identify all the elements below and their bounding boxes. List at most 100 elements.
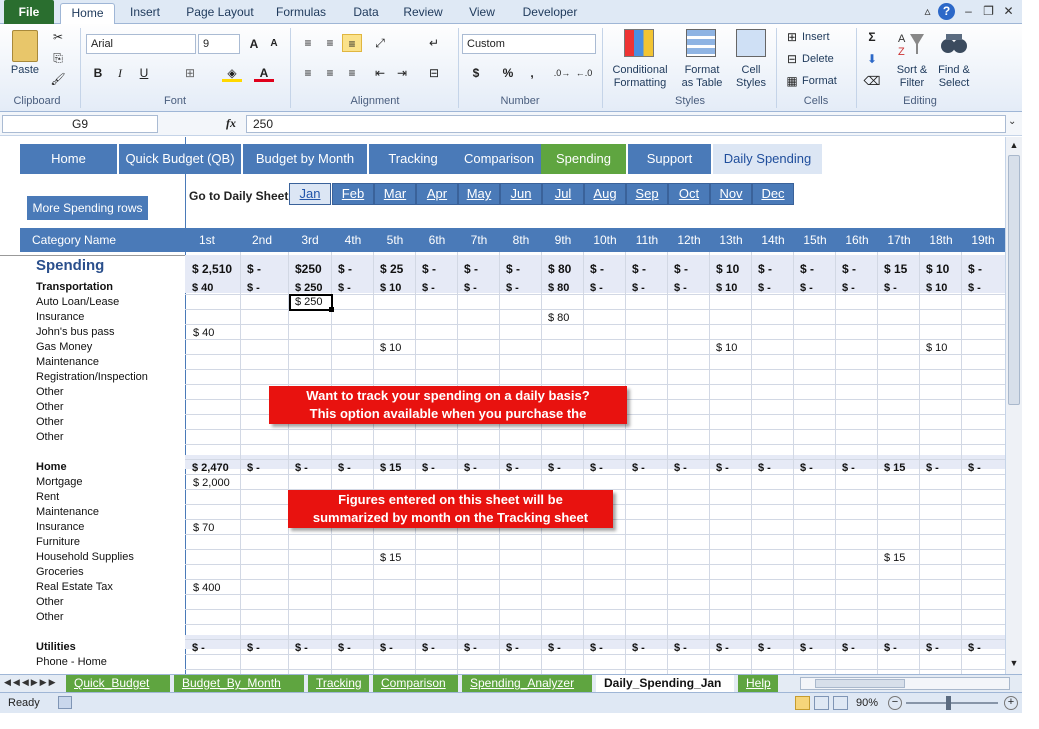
scroll-down-icon[interactable]: ▼	[1008, 658, 1020, 670]
month-link-apr[interactable]: Apr	[416, 183, 458, 205]
sheet-tab-comparison[interactable]: Comparison	[373, 675, 458, 692]
conditional-formatting-label-2[interactable]: Formatting	[606, 77, 674, 90]
format-as-table-label-2[interactable]: as Table	[676, 77, 728, 90]
nav-daily-spending-button[interactable]: Daily Spending	[713, 144, 822, 174]
tab-data[interactable]: Data	[343, 3, 389, 24]
decrease-indent-icon[interactable]: ⇤	[370, 64, 390, 82]
format-as-table-icon[interactable]	[686, 29, 716, 57]
tab-page-layout[interactable]: Page Layout	[180, 3, 260, 24]
entry-insurance-9th[interactable]: $ 80	[548, 311, 569, 325]
month-link-jul[interactable]: Jul	[542, 183, 584, 205]
align-center-icon[interactable]: ≡	[320, 64, 340, 82]
entry-gas-13th[interactable]: $ 10	[716, 341, 737, 355]
entry-household-5th[interactable]: $ 15	[380, 551, 401, 565]
autosum-button[interactable]: Σ	[862, 28, 882, 46]
align-middle-icon[interactable]: ≡	[320, 34, 340, 52]
scroll-thumb[interactable]	[1008, 155, 1020, 405]
sheet-tab-quick-budget[interactable]: Quick_Budget	[66, 675, 170, 692]
sort-filter-label-2[interactable]: Filter	[890, 77, 934, 90]
entry-home-insurance-1st[interactable]: $ 70	[193, 521, 214, 535]
fx-icon[interactable]: fx	[226, 116, 236, 131]
align-right-icon[interactable]: ≡	[342, 64, 362, 82]
italic-button[interactable]: I	[110, 64, 130, 82]
underline-button[interactable]: U	[134, 64, 154, 82]
conditional-formatting-icon[interactable]	[624, 29, 654, 57]
nav-home-button[interactable]: Home	[20, 144, 117, 174]
percent-button[interactable]: %	[498, 64, 518, 82]
expand-formula-bar-icon[interactable]: ⌄	[1008, 116, 1022, 132]
increase-decimal-icon[interactable]: .0→	[552, 64, 572, 82]
month-link-sep[interactable]: Sep	[626, 183, 668, 205]
selected-cell-g9[interactable]: $ 250	[289, 294, 334, 312]
cell-styles-label-2[interactable]: Styles	[730, 77, 772, 90]
month-link-aug[interactable]: Aug	[584, 183, 626, 205]
merge-center-icon[interactable]: ⊟	[424, 64, 444, 82]
insert-cells-icon[interactable]: ⊞	[782, 28, 802, 46]
normal-view-icon[interactable]	[795, 696, 810, 710]
orientation-icon[interactable]: ⤢	[370, 34, 390, 52]
restore-icon[interactable]: ❐	[980, 3, 997, 20]
fill-icon[interactable]: ⬇	[862, 50, 882, 68]
formula-input[interactable]: 250	[246, 115, 1006, 133]
tab-view[interactable]: View	[462, 3, 502, 24]
decrease-decimal-icon[interactable]: ←.0	[574, 64, 594, 82]
font-name-box[interactable]: Arial	[86, 34, 196, 54]
minimize-ribbon-icon[interactable]: ▵	[919, 3, 936, 20]
macro-record-icon[interactable]	[58, 696, 72, 709]
daily-tracking-callout[interactable]: Want to track your spending on a daily b…	[269, 386, 627, 424]
find-select-label-1[interactable]: Find &	[932, 64, 976, 77]
bold-button[interactable]: B	[88, 64, 108, 82]
page-break-view-icon[interactable]	[833, 696, 848, 710]
delete-button[interactable]: Delete	[802, 53, 846, 66]
tab-scroll-icons[interactable]: ◀◀◀▶▶▶	[4, 677, 58, 688]
tab-formulas[interactable]: Formulas	[268, 3, 334, 24]
month-link-may[interactable]: May	[458, 183, 500, 205]
cell-styles-icon[interactable]	[736, 29, 766, 57]
zoom-out-icon[interactable]: −	[888, 696, 902, 710]
minimize-icon[interactable]: –	[960, 3, 977, 20]
fill-handle[interactable]	[329, 307, 334, 312]
cut-icon[interactable]: ✂	[48, 28, 68, 46]
format-button[interactable]: Format	[802, 75, 846, 88]
find-select-label-2[interactable]: Select	[932, 77, 976, 90]
insert-button[interactable]: Insert	[802, 31, 846, 44]
align-top-icon[interactable]: ≡	[298, 34, 318, 52]
sort-filter-icon[interactable]: AZ	[898, 30, 926, 58]
entry-gas-5th[interactable]: $ 10	[380, 341, 401, 355]
page-layout-view-icon[interactable]	[814, 696, 829, 710]
entry-bus-pass-1st[interactable]: $ 40	[193, 326, 214, 340]
nav-spending-button[interactable]: Spending	[541, 144, 626, 174]
month-link-dec[interactable]: Dec	[752, 183, 794, 205]
entry-mortgage-1st[interactable]: $ 2,000	[193, 476, 230, 490]
grow-font-icon[interactable]: A	[244, 35, 264, 53]
tracking-summary-callout[interactable]: Figures entered on this sheet will be su…	[288, 490, 613, 528]
sheet-tab-budget-by-month[interactable]: Budget_By_Month	[174, 675, 304, 692]
fill-color-icon[interactable]: ◈	[222, 64, 242, 82]
tab-insert[interactable]: Insert	[120, 3, 170, 24]
sort-filter-label-1[interactable]: Sort &	[890, 64, 934, 77]
month-link-mar[interactable]: Mar	[374, 183, 416, 205]
sheet-tab-help[interactable]: Help	[738, 675, 778, 692]
horizontal-scrollbar[interactable]	[800, 677, 1010, 690]
currency-button[interactable]: $	[466, 64, 486, 82]
wrap-text-icon[interactable]: ↵	[424, 34, 444, 52]
entry-gas-18th[interactable]: $ 10	[926, 341, 947, 355]
sheet-tab-spending-analyzer[interactable]: Spending_Analyzer	[462, 675, 592, 692]
tab-developer[interactable]: Developer	[514, 3, 586, 24]
entry-household-17th[interactable]: $ 15	[884, 551, 905, 565]
paste-icon[interactable]	[12, 30, 38, 62]
hscroll-thumb[interactable]	[815, 679, 905, 688]
month-link-oct[interactable]: Oct	[668, 183, 710, 205]
increase-indent-icon[interactable]: ⇥	[392, 64, 412, 82]
nav-support-button[interactable]: Support	[628, 144, 711, 174]
conditional-formatting-label-1[interactable]: Conditional	[606, 64, 674, 77]
vertical-scrollbar[interactable]: ▲ ▼	[1005, 137, 1022, 674]
tab-review[interactable]: Review	[398, 3, 448, 24]
more-spending-rows-button[interactable]: More Spending rows	[27, 196, 148, 220]
zoom-in-icon[interactable]: +	[1004, 696, 1018, 710]
align-bottom-icon[interactable]: ≡	[342, 34, 362, 52]
clear-icon[interactable]: ⌫	[862, 72, 882, 90]
nav-quick-budget-button[interactable]: Quick Budget (QB)	[119, 144, 241, 174]
zoom-slider-track[interactable]	[906, 702, 998, 704]
worksheet[interactable]: Home Quick Budget (QB) Budget by Month T…	[0, 137, 1005, 674]
